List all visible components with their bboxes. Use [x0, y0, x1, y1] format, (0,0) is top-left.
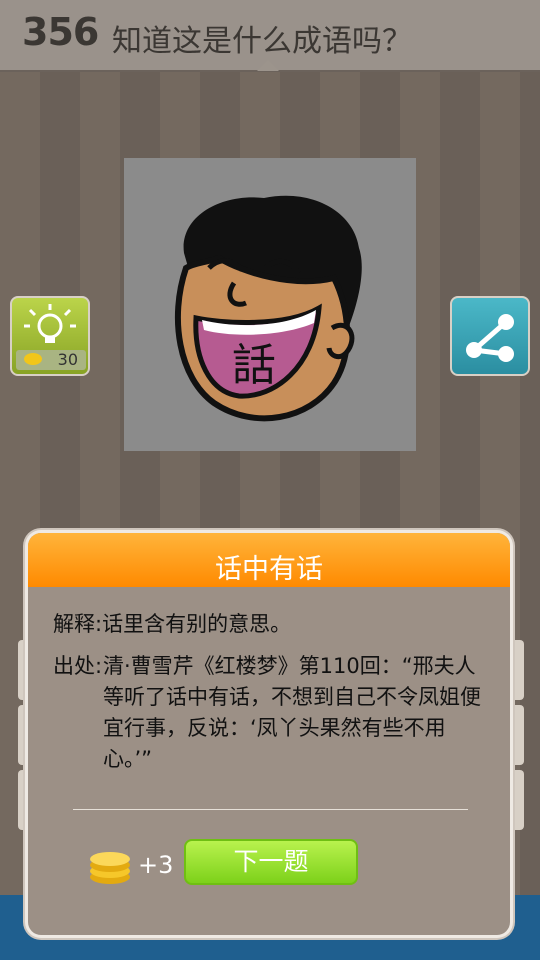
hint-cost: 30 — [16, 350, 86, 370]
modal-body: 话中有话 解释:话里含有别的意思。 出处: 清·曹雪芹《红楼梦》第110回：“邢… — [28, 533, 510, 935]
hint-button[interactable]: 30 — [10, 296, 90, 376]
source-label: 出处: — [53, 654, 103, 678]
puzzle-image: 話 — [124, 158, 416, 451]
modal-header: 话中有话 — [28, 533, 510, 587]
coins-icon — [90, 852, 130, 884]
level-number: 356 — [22, 10, 99, 54]
idiom-title: 话中有话 — [215, 554, 323, 585]
speech-glyph: 話 — [232, 340, 276, 391]
bulb-icon — [24, 304, 76, 343]
share-icon — [466, 314, 514, 362]
answer-modal: 话中有话 解释:话里含有别的意思。 出处: 清·曹雪芹《红楼梦》第110回：“邢… — [25, 530, 513, 938]
laughing-face-illustration: 話 — [174, 195, 362, 422]
hint-cost-value: 30 — [57, 350, 78, 369]
reward-amount: +3 — [138, 851, 174, 879]
topbar-notch — [257, 60, 279, 71]
coin-icon — [24, 353, 42, 365]
share-button[interactable] — [450, 296, 530, 376]
source-text: 清·曹雪芹《红楼梦》第110回：“邢夫人等听了话中有话，不想到自己不令凤姐便宜行… — [103, 654, 481, 771]
next-question-button[interactable]: 下一题 — [184, 839, 358, 885]
question-text: 知道这是什么成语吗？ — [112, 24, 412, 59]
divider — [73, 809, 468, 810]
explanation: 解释:话里含有别的意思。 — [53, 612, 292, 636]
